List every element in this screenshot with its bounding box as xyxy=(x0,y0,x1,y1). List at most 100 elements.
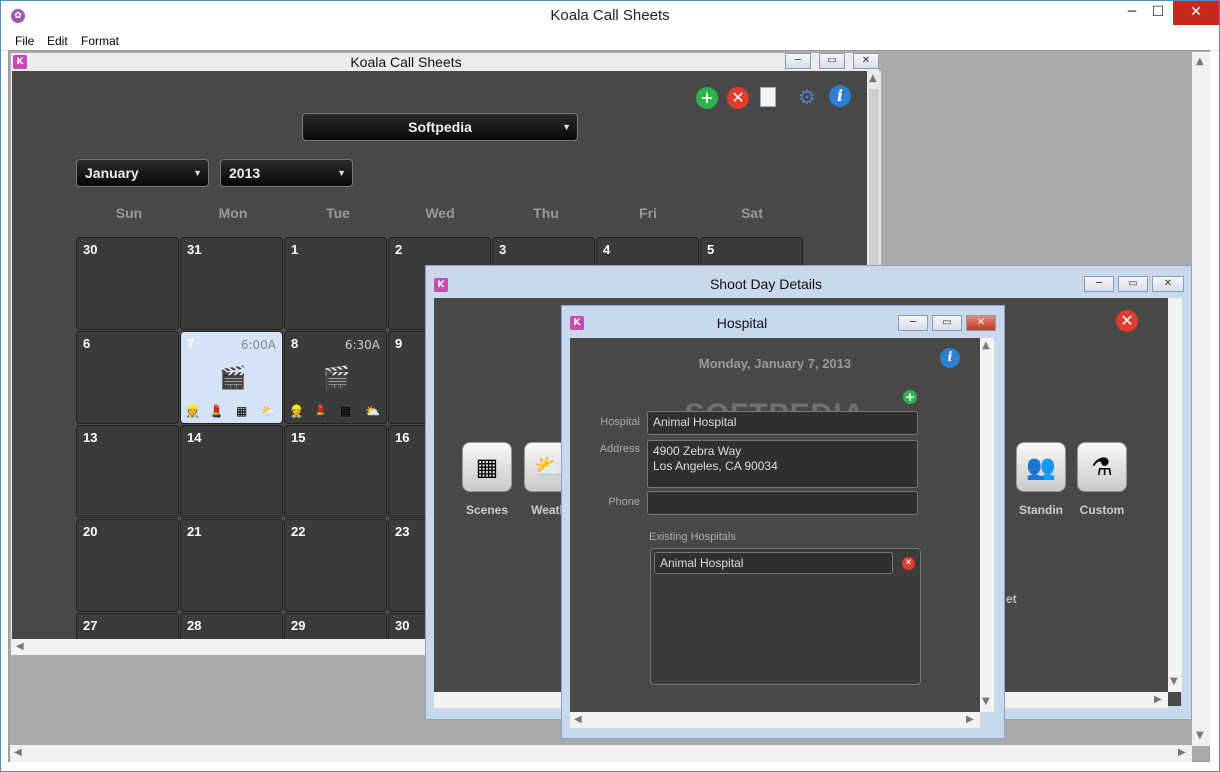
scroll-right-icon[interactable]: ▶ xyxy=(1178,747,1186,758)
menubar: File Edit Format xyxy=(1,31,1219,51)
address-line1: 4900 Zebra Way xyxy=(653,444,742,458)
hospital-name-field[interactable]: Animal Hospital xyxy=(647,411,918,435)
clapperboard-icon: 🎬 xyxy=(323,366,351,391)
day-number: 3 xyxy=(499,242,507,257)
scroll-left-icon[interactable]: ◀ xyxy=(14,747,22,758)
shoot-close-button[interactable]: ✕ xyxy=(1152,276,1184,292)
day-number: 28 xyxy=(187,618,202,633)
calendar-day-cell[interactable]: 15 xyxy=(284,425,387,518)
calendar-day-cell[interactable]: 30 xyxy=(76,237,179,330)
shoot-minimize-button[interactable]: ─ xyxy=(1084,276,1114,292)
close-button[interactable]: ✕ xyxy=(1173,1,1219,25)
scroll-left-icon[interactable]: ◀ xyxy=(574,714,582,725)
remove-hospital-icon[interactable]: ✕ xyxy=(902,557,915,570)
month-select-value: January xyxy=(85,165,139,181)
calendar-day-cell[interactable]: 29 xyxy=(284,613,387,639)
day-number: 23 xyxy=(395,524,410,539)
shoot-vertical-scrollbar[interactable]: ▼ xyxy=(1168,298,1182,692)
day-name: Fri xyxy=(639,205,657,221)
menu-format[interactable]: Format xyxy=(81,34,119,48)
phone-field[interactable] xyxy=(647,491,918,515)
maximize-button[interactable]: ☐ xyxy=(1141,1,1175,25)
app-title: Koala Call Sheets xyxy=(550,7,670,24)
desktop-vertical-scrollbar[interactable]: ▲ ▼ xyxy=(1192,52,1210,746)
address-field[interactable]: 4900 Zebra Way Los Angeles, CA 90034 xyxy=(647,440,918,488)
day-number: 22 xyxy=(291,524,306,539)
sheet-select[interactable]: Softpedia ▼ xyxy=(302,113,578,141)
calendar-day-cell[interactable]: 31 xyxy=(180,237,283,330)
calendar-day-cell[interactable]: 22 xyxy=(284,519,387,612)
year-select[interactable]: 2013 ▼ xyxy=(220,159,353,187)
hospital-maximize-button[interactable]: ▭ xyxy=(932,315,962,331)
calendar-window-title: Koala Call Sheets xyxy=(350,54,462,70)
hospital-horizontal-scrollbar[interactable]: ◀ ▶ xyxy=(570,712,980,728)
calendar-day-cell[interactable]: 8 6:30A 🎬 👷 💄 ▦ ⛅ xyxy=(284,331,387,424)
scroll-up-icon[interactable]: ▲ xyxy=(869,73,877,84)
day-name: Tue xyxy=(326,205,350,221)
scenes-label: Scenes xyxy=(465,503,509,517)
scroll-down-icon[interactable]: ▼ xyxy=(1170,676,1178,687)
calendar-day-cell[interactable]: 20 xyxy=(76,519,179,612)
calendar-day-cell[interactable]: 6 xyxy=(76,331,179,424)
hospital-close-button[interactable]: ✕ xyxy=(966,315,996,331)
clapperboard-icon: 🎬 xyxy=(219,366,247,391)
info-icon[interactable]: i xyxy=(829,85,851,107)
day-number: 15 xyxy=(291,430,306,445)
scroll-right-icon[interactable]: ▶ xyxy=(1154,694,1162,705)
menu-file[interactable]: File xyxy=(15,34,34,48)
scenes-tile[interactable]: ▦ xyxy=(462,442,512,492)
day-name: Mon xyxy=(218,205,248,221)
list-item[interactable]: Animal Hospital xyxy=(654,552,893,574)
day-number: 6 xyxy=(83,336,91,351)
shoot-maximize-button[interactable]: ▭ xyxy=(1118,276,1148,292)
calendar-day-cell[interactable]: 14 xyxy=(180,425,283,518)
standin-tile[interactable]: 👥 xyxy=(1016,442,1066,492)
sheet-select-value: Softpedia xyxy=(408,119,472,135)
desktop-horizontal-scrollbar[interactable]: ◀ ▶ xyxy=(10,745,1192,762)
scroll-up-icon[interactable]: ▲ xyxy=(1196,56,1204,67)
calendar-day-cell-selected[interactable]: 7 6:00A 🎬 👷 💄 ▦ ⛅ xyxy=(180,331,283,424)
hospital-label: Hospital xyxy=(600,416,640,428)
month-select[interactable]: January ▼ xyxy=(76,159,209,187)
hospital-minimize-button[interactable]: ─ xyxy=(898,315,928,331)
delete-icon[interactable]: ✕ xyxy=(1116,310,1138,332)
calendar-close-button[interactable]: ✕ xyxy=(853,53,879,69)
calendar-day-cell[interactable]: 27 xyxy=(76,613,179,639)
hospital-vertical-scrollbar[interactable]: ▲ ▼ xyxy=(980,338,994,712)
scenes-icon: ▦ xyxy=(236,404,248,418)
day-number: 16 xyxy=(395,430,410,445)
scroll-up-icon[interactable]: ▲ xyxy=(982,340,990,351)
calendar-day-cell[interactable]: 21 xyxy=(180,519,283,612)
day-number: 27 xyxy=(83,618,98,633)
document-icon[interactable] xyxy=(760,87,776,107)
day-number: 31 xyxy=(187,242,202,257)
day-number: 30 xyxy=(395,618,410,633)
settings-gears-icon[interactable]: ⚙ xyxy=(798,85,816,109)
hospital-body: Monday, January 7, 2013 i + SOFTPEDIA Ho… xyxy=(570,338,980,712)
day-name: Wed xyxy=(425,205,455,221)
crew-icon: 👷 xyxy=(289,404,304,418)
calendar-minimize-button[interactable]: ─ xyxy=(785,53,811,69)
scroll-left-icon[interactable]: ◀ xyxy=(16,641,24,652)
scroll-right-icon[interactable]: ▶ xyxy=(966,714,974,725)
scroll-down-icon[interactable]: ▼ xyxy=(1196,730,1204,741)
day-number: 8 xyxy=(291,336,299,351)
delete-icon[interactable]: ✕ xyxy=(727,87,749,109)
menu-edit[interactable]: Edit xyxy=(47,34,68,48)
custom-tile[interactable]: ⚗ xyxy=(1077,442,1127,492)
scroll-down-icon[interactable]: ▼ xyxy=(982,696,990,707)
calendar-maximize-button[interactable]: ▭ xyxy=(819,53,845,69)
info-icon[interactable]: i xyxy=(940,348,960,368)
standin-label: Standin xyxy=(1019,503,1063,517)
calendar-day-cell[interactable]: 28 xyxy=(180,613,283,639)
calendar-day-cell[interactable]: 1 xyxy=(284,237,387,330)
add-icon[interactable]: + xyxy=(696,87,718,109)
day-name: Thu xyxy=(533,205,559,221)
calendar-day-cell[interactable]: 13 xyxy=(76,425,179,518)
chevron-down-icon: ▼ xyxy=(193,168,202,178)
event-time: 6:30A xyxy=(344,338,380,352)
scenes-icon: ▦ xyxy=(475,453,499,481)
scenes-icon: ▦ xyxy=(340,404,352,418)
weather-icon: ⛅ xyxy=(365,404,380,418)
day-number: 20 xyxy=(83,524,98,539)
